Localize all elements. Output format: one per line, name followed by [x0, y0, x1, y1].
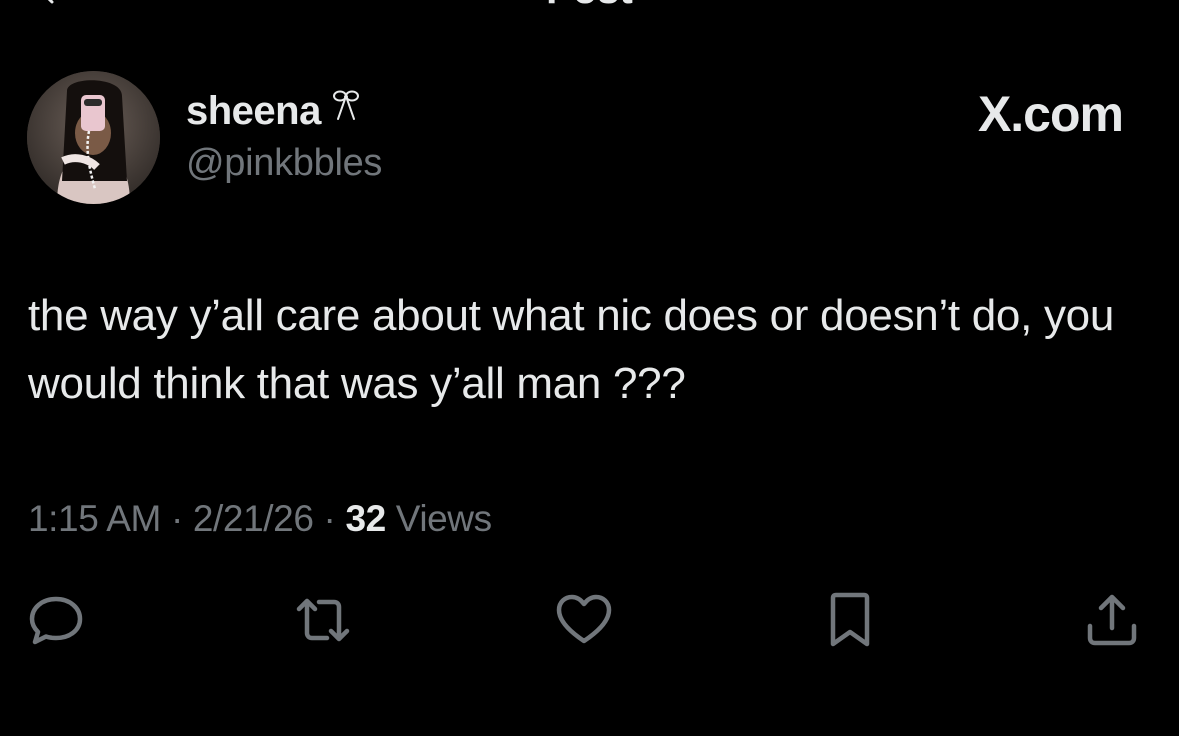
views-label: Views — [395, 498, 492, 539]
tweet-meta: 1:15 AM · 2/21/26 · 32 Views — [28, 496, 492, 542]
tweet-time[interactable]: 1:15 AM — [28, 498, 161, 539]
reply-button[interactable] — [26, 590, 86, 650]
bookmark-icon — [830, 592, 870, 647]
post-header: Post sheena — [0, 0, 1179, 240]
avatar[interactable] — [27, 71, 160, 204]
retweet-icon — [296, 598, 350, 642]
brand-label: X.com — [977, 86, 1124, 142]
like-button[interactable] — [554, 590, 614, 650]
tweet-date[interactable]: 2/21/26 — [193, 498, 314, 539]
page-title: Post — [0, 0, 1179, 10]
bookmark-button[interactable] — [820, 590, 880, 650]
display-name[interactable]: sheena — [186, 88, 321, 134]
user-handle[interactable]: @pinkbbles — [186, 140, 382, 186]
bow-icon — [331, 88, 361, 134]
action-bar — [0, 590, 1179, 654]
share-button[interactable] — [1082, 590, 1142, 650]
separator-dot: · — [170, 498, 183, 539]
like-icon — [556, 594, 612, 644]
separator-dot: · — [323, 498, 336, 539]
reply-icon — [29, 596, 83, 645]
user-info[interactable]: sheena @pinkbbles — [186, 88, 382, 186]
retweet-button[interactable] — [293, 590, 353, 650]
share-icon — [1087, 594, 1137, 646]
views-count: 32 — [345, 498, 386, 539]
tweet-text: the way y’all care about what nic does o… — [28, 291, 1114, 408]
